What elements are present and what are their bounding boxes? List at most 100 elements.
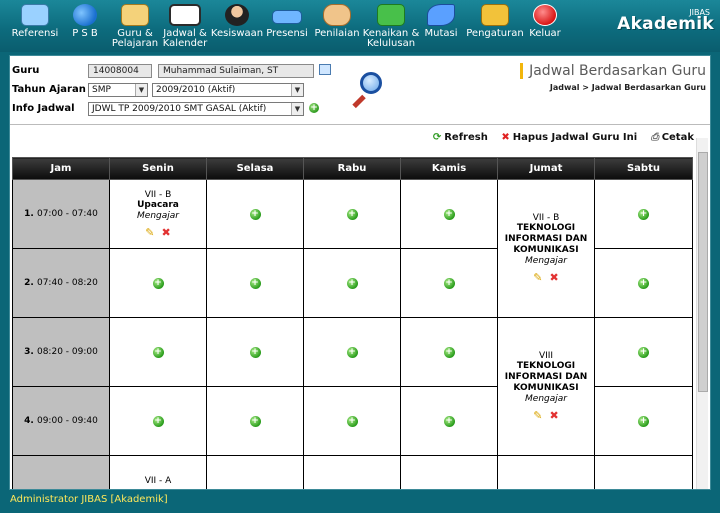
add-icon[interactable]: + (249, 415, 261, 427)
schedule-entry: VIII TEKNOLOGI INFORMASI DAN KOMUNIKASI … (497, 317, 595, 456)
add-icon[interactable]: + (443, 415, 455, 427)
nav-mutasi[interactable]: Mutasi (410, 4, 472, 39)
delete-icon: ✖ (501, 132, 510, 143)
cetak-label: Cetak (661, 132, 694, 143)
info-jadwal-select[interactable]: JDWL TP 2009/2010 SMT GASAL (Aktif) ▼ (88, 102, 304, 116)
add-icon[interactable]: + (346, 415, 358, 427)
search-icon[interactable] (350, 72, 384, 109)
hapus-jadwal-button[interactable]: ✖ Hapus Jadwal Guru Ini (501, 132, 637, 143)
breadcrumb: Jadwal > Jadwal Berdasarkan Guru (549, 83, 706, 92)
scrollbar-thumb[interactable] (698, 152, 708, 392)
add-icon[interactable]: + (152, 346, 164, 358)
divider (10, 124, 710, 125)
pencil-icon[interactable]: ✎ (533, 271, 542, 284)
entry-status: Mengajar (137, 210, 179, 221)
table-row: VII - A (12, 455, 693, 489)
table-row: 1. 07:00 - 07:40 VII - B Upacara Mengaja… (12, 179, 693, 318)
list-icon[interactable] (319, 64, 331, 75)
period-time: 08:20 - 09:00 (36, 347, 98, 357)
header-sabtu: Sabtu (594, 157, 693, 180)
empty-slot: + (594, 248, 693, 318)
page-header: Jadwal Berdasarkan Guru Jadwal > Jadwal … (520, 60, 706, 92)
add-icon[interactable]: + (638, 208, 649, 220)
handshake-icon (323, 4, 351, 26)
scrollbar[interactable] (696, 138, 708, 489)
delete-icon[interactable]: ✖ (162, 226, 171, 239)
info-jadwal-value: JDWL TP 2009/2010 SMT GASAL (Aktif) (92, 104, 267, 114)
add-icon[interactable]: + (638, 415, 649, 427)
time-cell (12, 455, 110, 489)
table-header-row: Jam Senin Selasa Rabu Kamis Jumat Sabtu (12, 157, 693, 180)
header-kamis: Kamis (400, 157, 498, 180)
entry-subject: TEKNOLOGI INFORMASI DAN KOMUNIKASI (504, 361, 588, 393)
chevron-down-icon: ▼ (291, 84, 303, 96)
add-icon[interactable]: + (249, 346, 261, 358)
time-cell: 1. 07:00 - 07:40 (12, 179, 110, 249)
header-jam: Jam (12, 157, 110, 180)
empty-slot (206, 455, 304, 489)
level-select-value: SMP (92, 85, 111, 95)
add-icon[interactable]: + (346, 277, 358, 289)
schedule-entry: VII - B TEKNOLOGI INFORMASI DAN KOMUNIKA… (497, 179, 595, 318)
add-icon[interactable]: + (638, 346, 649, 358)
schedule-entry: VII - A (109, 455, 207, 489)
empty-slot: + (303, 386, 401, 456)
student-icon (225, 4, 249, 26)
nav-keluar[interactable]: Keluar (514, 4, 576, 39)
pencil-icon[interactable]: ✎ (145, 226, 154, 239)
empty-slot: + (206, 179, 304, 249)
entry-class: VII - A (144, 476, 172, 486)
add-icon[interactable]: + (346, 346, 358, 358)
entry-status: Mengajar (525, 394, 567, 404)
nav-penilaian[interactable]: Penilaian (306, 4, 368, 39)
period-time: 07:40 - 08:20 (36, 278, 98, 288)
schedule-table: Jam Senin Selasa Rabu Kamis Jumat Sabtu … (12, 157, 693, 489)
add-icon[interactable]: + (249, 277, 261, 289)
delete-icon[interactable]: ✖ (550, 271, 559, 284)
nav-label: Keluar (529, 28, 561, 39)
add-icon[interactable]: + (638, 277, 649, 289)
empty-slot: + (303, 179, 401, 249)
nav-label: Mutasi (424, 28, 458, 39)
add-icon[interactable]: + (443, 277, 455, 289)
tahun-select[interactable]: 2009/2010 (Aktif) ▼ (152, 83, 304, 97)
add-icon[interactable]: + (443, 346, 455, 358)
empty-slot: + (206, 386, 304, 456)
monitor-icon (21, 4, 49, 26)
empty-slot: + (109, 317, 207, 387)
pencil-icon[interactable]: ✎ (533, 409, 542, 422)
entry-class: VIII (538, 351, 554, 361)
add-icon[interactable]: + (346, 208, 358, 220)
cetak-button[interactable]: ⎙ Cetak (651, 132, 694, 143)
chevron-down-icon: ▼ (135, 84, 147, 96)
period-number: 3. (24, 347, 34, 357)
header-jumat: Jumat (497, 157, 595, 180)
nav-label: Penilaian (314, 28, 360, 39)
arrows-icon (377, 4, 405, 26)
refresh-button[interactable]: ⟳ Refresh (433, 132, 488, 143)
add-icon[interactable]: + (152, 277, 164, 289)
time-cell: 2. 07:40 - 08:20 (12, 248, 110, 318)
empty-slot: + (206, 248, 304, 318)
header-selasa: Selasa (206, 157, 304, 180)
add-icon[interactable]: + (309, 103, 319, 113)
add-icon[interactable]: + (152, 415, 164, 427)
empty-slot: + (594, 317, 693, 387)
info-label: Info Jadwal (12, 103, 75, 114)
delete-icon[interactable]: ✖ (550, 409, 559, 422)
empty-slot: + (594, 179, 693, 249)
entry-class: VII - B (144, 189, 172, 200)
period-number: 4. (24, 416, 34, 426)
chevron-down-icon: ▼ (291, 103, 303, 115)
empty-slot: + (400, 317, 498, 387)
add-icon[interactable]: + (443, 208, 455, 220)
guru-label: Guru (12, 65, 40, 76)
empty-slot: + (594, 386, 693, 456)
empty-slot: + (109, 386, 207, 456)
refresh-label: Refresh (444, 132, 488, 143)
add-icon[interactable]: + (249, 208, 261, 220)
level-select[interactable]: SMP ▼ (88, 83, 148, 97)
status-text: Administrator JIBAS [Akademik] (10, 494, 168, 505)
header-senin: Senin (109, 157, 207, 180)
period-number: 1. (24, 209, 34, 219)
